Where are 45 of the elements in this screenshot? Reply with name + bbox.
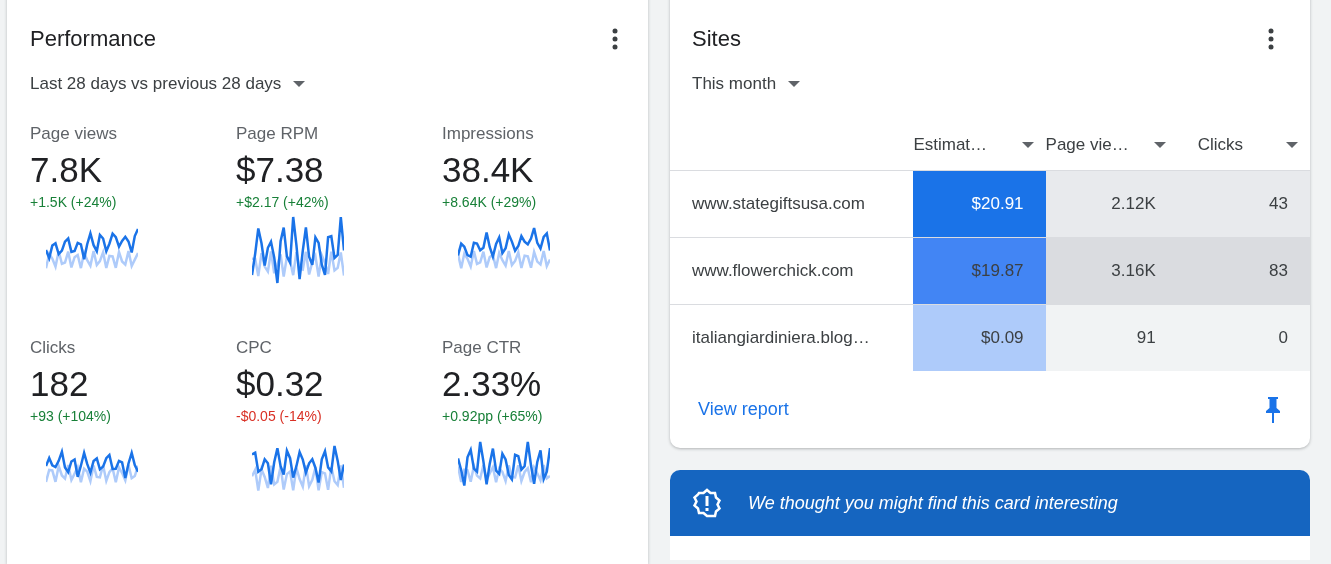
caret-icon bbox=[1021, 142, 1034, 148]
table-cell: 3.16K bbox=[1045, 237, 1178, 305]
metric-change: +0.92pp (+65%) bbox=[442, 408, 544, 424]
table-cell: 83 bbox=[1177, 237, 1310, 305]
pin-icon[interactable] bbox=[1266, 396, 1280, 423]
metric-value: 2.33% bbox=[442, 364, 543, 404]
table-cell: $19.87 bbox=[913, 237, 1046, 305]
metric-change: -$0.05 (-14%) bbox=[236, 408, 323, 424]
caret-icon bbox=[1153, 142, 1166, 148]
metric-value: $0.32 bbox=[236, 364, 325, 404]
metric-label: Page CTR bbox=[442, 338, 523, 358]
more-icon[interactable] bbox=[612, 28, 618, 50]
column-header[interactable]: Estimat… bbox=[913, 135, 1034, 155]
table-cell: 43 bbox=[1177, 170, 1310, 238]
metric-label: Page views bbox=[30, 124, 118, 144]
metric-label: Page RPM bbox=[236, 124, 320, 144]
metric-value: $7.38 bbox=[236, 150, 325, 190]
metric-label: Impressions bbox=[442, 124, 535, 144]
metric-change: +1.5K (+24%) bbox=[30, 194, 118, 210]
card-title: Performance bbox=[30, 26, 156, 52]
table-cell: $20.91 bbox=[913, 170, 1046, 238]
metric-change: +$2.17 (+42%) bbox=[236, 194, 330, 210]
caret-icon bbox=[1286, 142, 1298, 148]
period-dropdown[interactable]: Last 28 days vs previous 28 days bbox=[30, 74, 306, 94]
banner-text: We thought you might find this card interesting bbox=[748, 492, 1118, 514]
table-cell: $0.09 bbox=[913, 304, 1046, 371]
metric-label: CPC bbox=[236, 338, 273, 358]
caret-icon bbox=[293, 81, 306, 87]
metric-value: 7.8K bbox=[30, 150, 103, 190]
column-header[interactable]: Clicks bbox=[1197, 135, 1298, 155]
caret-icon bbox=[788, 81, 801, 87]
table-cell: 2.12K bbox=[1045, 170, 1178, 238]
more-icon[interactable] bbox=[1268, 28, 1274, 50]
metric-change: +8.64K (+29%) bbox=[442, 194, 538, 210]
card-title: Sites bbox=[692, 26, 741, 52]
table-cell: 91 bbox=[1045, 304, 1178, 371]
alert-icon bbox=[692, 488, 722, 518]
metric-change: +93 (+104%) bbox=[30, 408, 112, 424]
metric-label: Clicks bbox=[30, 338, 77, 358]
metric-value: 38.4K bbox=[442, 150, 535, 190]
view-report-link[interactable]: View report bbox=[698, 399, 789, 420]
column-header[interactable]: Page vie… bbox=[1045, 135, 1166, 155]
metric-value: 182 bbox=[30, 364, 90, 404]
period-dropdown[interactable]: This month bbox=[692, 74, 801, 94]
table-cell: 0 bbox=[1177, 304, 1310, 371]
